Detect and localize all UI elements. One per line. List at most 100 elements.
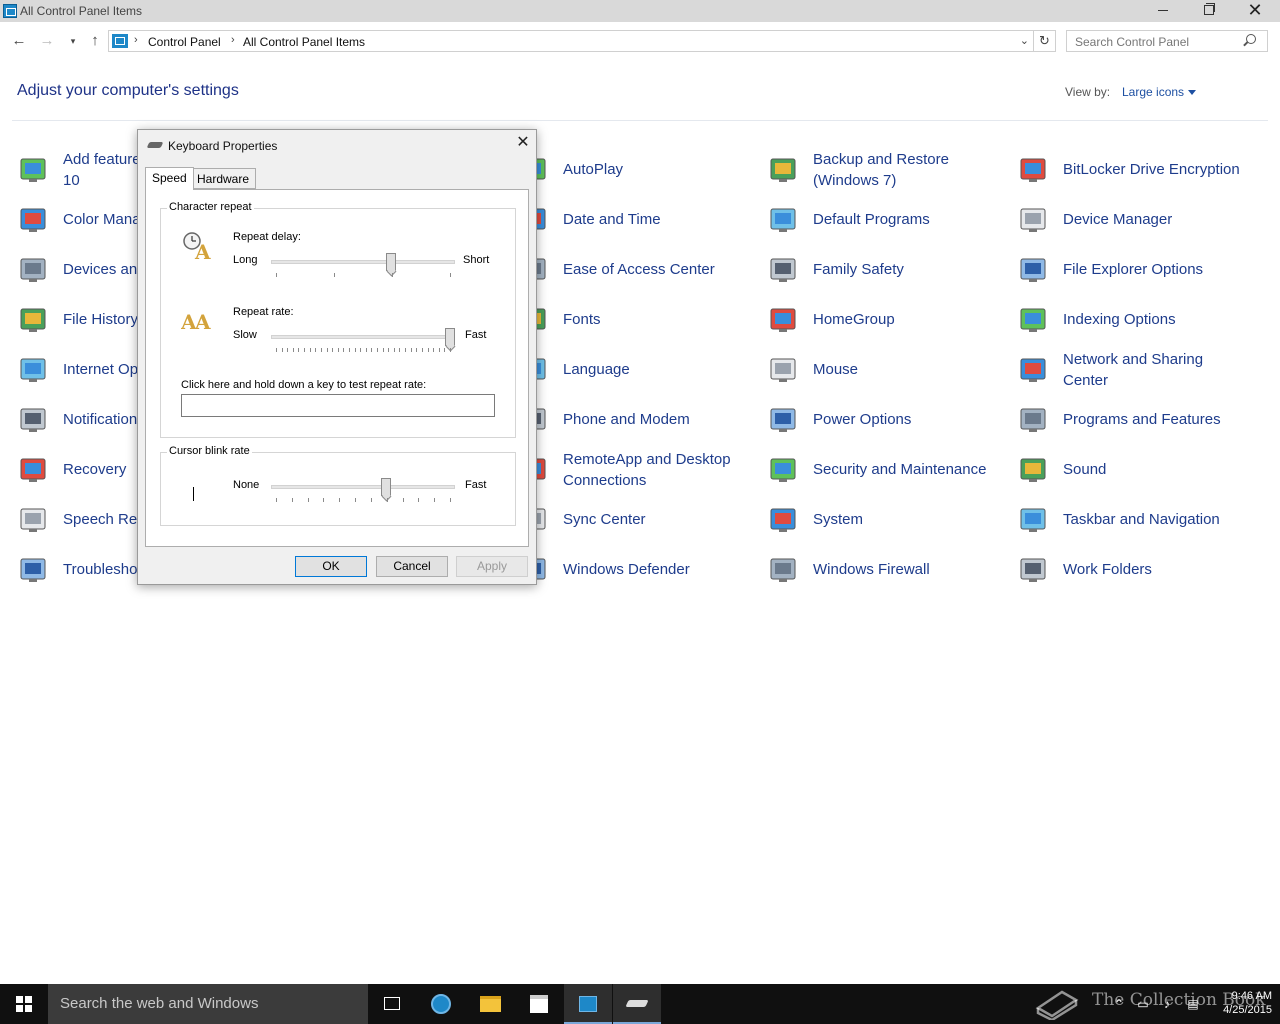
action-center-icon[interactable]: ▤ bbox=[1186, 997, 1200, 1011]
control-panel-item-sound[interactable]: Sound bbox=[1018, 448, 1258, 492]
test-repeat-input[interactable] bbox=[181, 394, 495, 417]
control-panel-item-label: Windows Firewall bbox=[813, 561, 930, 578]
repeat-rate-track[interactable] bbox=[271, 335, 455, 339]
control-panel-item-windows-firewall[interactable]: Windows Firewall bbox=[768, 548, 1008, 592]
repeat-delay-icon: A bbox=[183, 232, 211, 261]
control-panel-item-security-and-maintenance[interactable]: Security and Maintenance bbox=[768, 448, 1008, 492]
security-and-maintenance-icon bbox=[768, 454, 800, 486]
cursor-blink-track[interactable] bbox=[271, 485, 455, 489]
breadcrumb-chevron-icon[interactable]: › bbox=[134, 34, 138, 46]
control-panel-item-default-programs[interactable]: Default Programs bbox=[768, 198, 1008, 242]
up-arrow-icon[interactable]: ↑ bbox=[84, 30, 106, 52]
control-panel-item-bitlocker-drive-encryption[interactable]: BitLocker Drive Encryption bbox=[1018, 148, 1258, 192]
ok-button[interactable]: OK bbox=[295, 556, 367, 577]
dialog-close-icon[interactable]: ✕ bbox=[513, 133, 533, 153]
repeat-rate-slider-thumb[interactable] bbox=[445, 328, 455, 346]
tick-mark bbox=[434, 498, 436, 502]
control-panel-item-label: Indexing Options bbox=[1063, 311, 1176, 328]
control-panel-item-backup-and-restore-windows-7[interactable]: Backup and Restore (Windows 7) bbox=[768, 148, 1008, 192]
control-panel-item-system[interactable]: System bbox=[768, 498, 1008, 542]
svg-text:A: A bbox=[194, 240, 211, 261]
apply-button[interactable]: Apply bbox=[456, 556, 528, 577]
breadcrumb-chevron-icon[interactable]: › bbox=[231, 34, 235, 46]
repeat-delay-track[interactable] bbox=[271, 260, 455, 264]
file-explorer-taskbar-button[interactable] bbox=[466, 984, 514, 1024]
repeat-rate-min-label: Slow bbox=[233, 329, 257, 341]
tick-mark bbox=[370, 498, 372, 502]
taskbar-clock[interactable]: 9:46 AM 4/25/2015 bbox=[1210, 989, 1272, 1017]
search-icon[interactable] bbox=[1246, 34, 1256, 44]
forward-arrow-icon[interactable]: → bbox=[36, 30, 58, 52]
close-button[interactable]: ✕ bbox=[1232, 0, 1278, 22]
control-panel-item-file-explorer-options[interactable]: File Explorer Options bbox=[1018, 248, 1258, 292]
control-panel-item-programs-and-features[interactable]: Programs and Features bbox=[1018, 398, 1258, 442]
control-panel-item-label: Taskbar and Navigation bbox=[1063, 511, 1220, 528]
breadcrumb-all-items[interactable]: All Control Panel Items bbox=[243, 35, 365, 49]
taskbar-and-navigation-icon bbox=[1018, 504, 1050, 536]
tick-mark bbox=[287, 348, 289, 352]
tick-mark bbox=[337, 348, 339, 352]
control-panel-item-autoplay[interactable]: AutoPlay bbox=[518, 148, 758, 192]
control-panel-item-label: RemoteApp and Desktop Connections bbox=[563, 451, 731, 489]
store-taskbar-button[interactable] bbox=[515, 984, 563, 1024]
control-panel-item-taskbar-and-navigation[interactable]: Taskbar and Navigation bbox=[1018, 498, 1258, 542]
tab-speed[interactable]: Speed bbox=[145, 167, 194, 190]
file-explorer-options-icon bbox=[1018, 254, 1050, 286]
control-panel-item-homegroup[interactable]: HomeGroup bbox=[768, 298, 1008, 342]
repeat-delay-slider-thumb[interactable] bbox=[385, 253, 396, 271]
view-by-dropdown[interactable]: Large icons bbox=[1122, 85, 1197, 99]
minimize-button[interactable] bbox=[1140, 0, 1186, 22]
task-view-button[interactable] bbox=[368, 984, 416, 1024]
blinking-cursor-preview bbox=[193, 487, 194, 501]
taskbar-search-input[interactable]: Search the web and Windows bbox=[48, 984, 368, 1024]
repeat-rate-max-label: Fast bbox=[465, 329, 487, 341]
keyboard-properties-taskbar-button[interactable] bbox=[613, 984, 661, 1024]
control-panel-item-indexing-options[interactable]: Indexing Options bbox=[1018, 298, 1258, 342]
control-panel-taskbar-button[interactable] bbox=[564, 984, 612, 1024]
tab-hardware[interactable]: Hardware bbox=[190, 168, 257, 189]
control-panel-item-network-and-sharing-center[interactable]: Network and Sharing Center bbox=[1018, 348, 1258, 392]
tick-mark bbox=[405, 348, 407, 352]
file-history-icon bbox=[18, 304, 50, 336]
control-panel-item-sync-center[interactable]: Sync Center bbox=[518, 498, 758, 542]
control-panel-item-remoteapp-and-desktop-connections[interactable]: RemoteApp and Desktop Connections bbox=[518, 448, 758, 492]
navigation-bar: ← → ▾ ↑ › Control Panel › All Control Pa… bbox=[0, 28, 1280, 54]
control-panel-item-work-folders[interactable]: Work Folders bbox=[1018, 548, 1258, 592]
test-repeat-label: Click here and hold down a key to test r… bbox=[181, 379, 427, 391]
cursor-blink-slider-thumb[interactable] bbox=[380, 478, 391, 496]
restore-button[interactable] bbox=[1186, 0, 1232, 22]
system-icon bbox=[768, 504, 800, 536]
control-panel-icon bbox=[3, 4, 17, 18]
volume-icon[interactable]: ♪ bbox=[1160, 997, 1174, 1011]
search-input[interactable]: Search Control Panel bbox=[1066, 30, 1268, 52]
control-panel-item-ease-of-access-center[interactable]: Ease of Access Center bbox=[518, 248, 758, 292]
breadcrumb-control-panel[interactable]: Control Panel bbox=[148, 35, 221, 49]
show-hidden-icons-chevron-icon[interactable]: ⌃ bbox=[1112, 997, 1126, 1011]
control-panel-item-date-and-time[interactable]: Date and Time bbox=[518, 198, 758, 242]
control-panel-item-fonts[interactable]: Fonts bbox=[518, 298, 758, 342]
control-panel-item-device-manager[interactable]: Device Manager bbox=[1018, 198, 1258, 242]
tick-mark bbox=[450, 498, 451, 502]
back-arrow-icon[interactable]: ← bbox=[8, 30, 30, 52]
mouse-icon bbox=[768, 354, 800, 386]
address-bar[interactable]: › Control Panel › All Control Panel Item… bbox=[108, 30, 1034, 52]
refresh-icon[interactable]: ↻ bbox=[1034, 30, 1056, 52]
cancel-button[interactable]: Cancel bbox=[376, 556, 448, 577]
control-panel-item-family-safety[interactable]: Family Safety bbox=[768, 248, 1008, 292]
start-button[interactable] bbox=[0, 984, 48, 1024]
control-panel-item-mouse[interactable]: Mouse bbox=[768, 348, 1008, 392]
recovery-icon bbox=[18, 454, 50, 486]
control-panel-item-power-options[interactable]: Power Options bbox=[768, 398, 1008, 442]
network-icon[interactable]: ▭ bbox=[1136, 997, 1150, 1011]
tick-mark bbox=[355, 498, 357, 502]
recent-locations-chevron-icon[interactable]: ▾ bbox=[62, 30, 84, 52]
control-panel-item-phone-and-modem[interactable]: Phone and Modem bbox=[518, 398, 758, 442]
clock-time: 9:46 AM bbox=[1231, 990, 1272, 1002]
control-panel-item-language[interactable]: Language bbox=[518, 348, 758, 392]
folder-icon bbox=[480, 996, 501, 1012]
homegroup-icon bbox=[768, 304, 800, 336]
control-panel-item-windows-defender[interactable]: Windows Defender bbox=[518, 548, 758, 592]
browser-taskbar-button[interactable] bbox=[417, 984, 465, 1024]
address-dropdown-chevron-icon[interactable]: ⌄ bbox=[1020, 34, 1029, 47]
speech-icon bbox=[18, 504, 50, 536]
